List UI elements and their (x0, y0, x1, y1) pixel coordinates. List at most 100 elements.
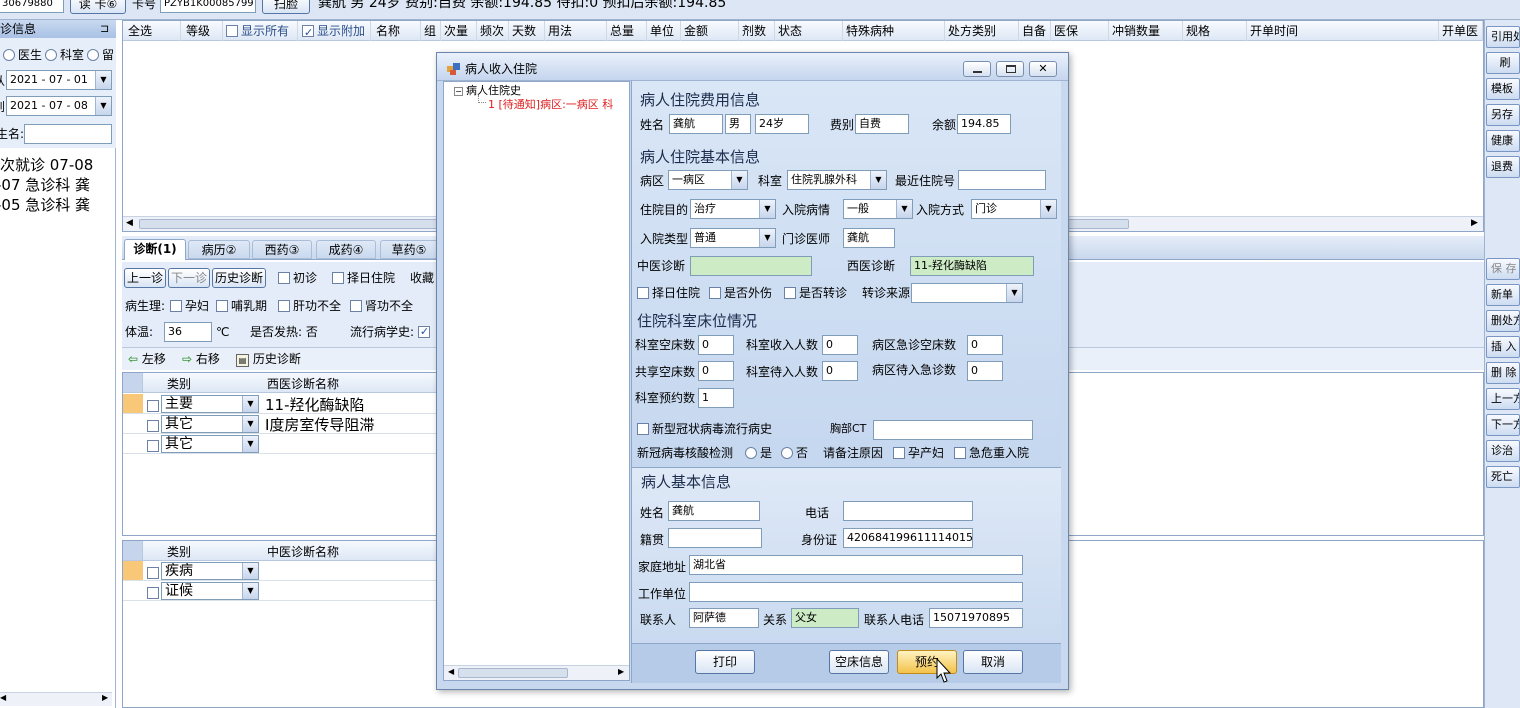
choose-day-box[interactable] (637, 286, 649, 299)
transfer-box[interactable] (784, 286, 796, 299)
native-field[interactable] (668, 528, 762, 548)
show-extra-checkbox[interactable] (302, 23, 314, 43)
pregnant-box[interactable] (170, 299, 182, 312)
way-select[interactable]: 门诊 ▼ (971, 199, 1057, 219)
west-diag-field[interactable]: 11-羟化酶缺陷 (910, 256, 1034, 276)
tab-patent-medicine[interactable]: 成药④ (316, 240, 376, 259)
death-button[interactable]: 死亡 (1486, 466, 1520, 488)
code-input[interactable]: 30679880 (0, 0, 64, 13)
table-row[interactable]: 证候 ▼ (123, 581, 443, 601)
row-checkbox[interactable] (147, 586, 159, 599)
contact-field[interactable]: 阿萨德 (689, 608, 759, 628)
close-icon[interactable]: ✕ (1029, 61, 1057, 77)
relation-field[interactable]: 父女 (791, 608, 859, 628)
phone-field[interactable] (843, 501, 973, 521)
scan-face-button[interactable]: 扫脸 (262, 0, 310, 14)
critical-box[interactable] (954, 446, 966, 459)
empty-bed-button[interactable]: 空床信息 (829, 650, 889, 674)
temp-input[interactable]: 36 (164, 322, 212, 342)
table-row[interactable]: 其它 ▼ Ⅰ度房室传导阻滞 (123, 414, 443, 434)
choose-day-checkbox[interactable]: 择日住院 (332, 270, 395, 286)
date-from-picker[interactable]: 2021 - 07 - 01 ▼ (6, 70, 112, 90)
chevron-down-icon[interactable]: ▼ (1040, 200, 1056, 218)
read-card-button[interactable]: 读 卡⑥ (70, 0, 126, 14)
scope-radio-group[interactable]: 医生 科室 留 (0, 47, 114, 63)
covid-test-yes[interactable]: 是 (742, 445, 772, 461)
table-row[interactable]: 其它 ▼ (123, 434, 443, 454)
pin-icon[interactable]: ⊐ (100, 21, 109, 37)
tab-diagnosis[interactable]: 诊断(1) (124, 239, 186, 260)
fee-name-field[interactable]: 龚航 (669, 114, 723, 134)
chevron-down-icon[interactable]: ▼ (242, 436, 258, 452)
physio-pregnant[interactable]: 孕妇 (170, 298, 209, 314)
physio-liver[interactable]: 肝功不全 (278, 298, 341, 314)
date-to-picker[interactable]: 2021 - 07 - 08 ▼ (6, 96, 112, 116)
covid-history-box[interactable] (637, 422, 649, 435)
print-button[interactable]: 打印 (695, 650, 755, 674)
rx-col-select-all[interactable]: 全选 (125, 21, 181, 41)
ward-er-empty-field[interactable]: 0 (967, 335, 1003, 355)
chevron-down-icon[interactable]: ▼ (1006, 284, 1022, 302)
diag-type-select[interactable]: 其它 ▼ (161, 435, 259, 453)
show-all-checkbox[interactable] (226, 24, 238, 37)
ward-select[interactable]: 一病区 ▼ (668, 170, 748, 190)
recent-no-field[interactable] (958, 170, 1046, 190)
transfer-option[interactable]: 是否转诊 (784, 285, 847, 301)
ward-wait-er-field[interactable]: 0 (967, 361, 1003, 381)
row-selector-header[interactable] (123, 373, 143, 392)
chevron-down-icon[interactable]: ▼ (242, 583, 258, 599)
contact-phone-field[interactable]: 15071970895 (929, 608, 1023, 628)
chevron-down-icon[interactable]: ▼ (759, 229, 775, 247)
delete-button[interactable]: 删 除 (1486, 362, 1520, 384)
visit-item[interactable]: -05 急诊科 龚 (0, 196, 90, 214)
epi-history[interactable]: 流行病学史: (350, 324, 433, 340)
rx-show-all-toggle[interactable]: 显示所有 (223, 21, 298, 41)
tab-herbal-medicine[interactable]: 草药⑤ (380, 240, 438, 259)
tcm-diag-field[interactable] (690, 256, 812, 276)
patient-name-field[interactable]: 龚航 (668, 501, 760, 521)
cite-button[interactable]: 引用处 (1486, 26, 1520, 48)
radio-stay[interactable] (87, 48, 100, 61)
address-field[interactable]: 湖北省 (689, 555, 1023, 575)
balance-field[interactable]: 194.85 (957, 114, 1011, 134)
chevron-down-icon[interactable]: ▼ (759, 200, 775, 218)
critical-option[interactable]: 急危重入院 (954, 445, 1029, 461)
first-visit-box[interactable] (278, 271, 290, 284)
fee-sex-field[interactable]: 男 (725, 114, 751, 134)
card-no-input[interactable]: PZYB1K00085799 (160, 0, 256, 13)
diag-type-select[interactable]: 其它 ▼ (161, 415, 259, 433)
scroll-right-icon[interactable]: ▶ (1471, 218, 1478, 228)
maximize-icon[interactable] (996, 61, 1024, 77)
radio-doctor[interactable] (3, 48, 15, 61)
chevron-down-icon[interactable]: ▼ (870, 171, 886, 189)
rx-show-extra-toggle[interactable]: 显示附加 (299, 21, 371, 43)
chevron-down-icon[interactable]: ▼ (731, 171, 747, 189)
template-button[interactable]: 模板 (1486, 78, 1520, 100)
covid-yes-radio[interactable] (745, 446, 757, 459)
diag-name[interactable]: Ⅰ度房室传导阻滞 (265, 414, 374, 435)
work-field[interactable] (689, 582, 1023, 602)
tree-item[interactable]: 1 [待通知]病区:一病区 科 (488, 97, 628, 113)
admit-type-select[interactable]: 普通 ▼ (690, 228, 776, 248)
scrollbar-thumb[interactable] (458, 668, 568, 678)
transfer-source-select[interactable]: ▼ (911, 283, 1023, 303)
tcm-type-select[interactable]: 疾病 ▼ (161, 562, 259, 580)
scroll-right-icon[interactable]: ▶ (618, 667, 624, 676)
insert-button[interactable]: 插 入 (1486, 336, 1520, 358)
id-field[interactable]: 420684199611114015 (843, 528, 973, 548)
kidney-box[interactable] (350, 299, 362, 312)
covid-history-option[interactable]: 新型冠状病毒流行病史 (637, 421, 772, 437)
move-left-button[interactable]: ⇦ 左移 (128, 351, 166, 367)
scroll-left-icon[interactable]: ◀ (126, 218, 133, 228)
cancel-button[interactable]: 取消 (963, 650, 1023, 674)
dept-select[interactable]: 住院乳腺外科 ▼ (787, 170, 887, 190)
delete-rx-button[interactable]: 删处方 (1486, 310, 1520, 332)
chevron-down-icon[interactable]: ▼ (242, 416, 258, 432)
fee-type-field[interactable]: 自费 (855, 114, 909, 134)
history-diag-link[interactable]: ▤ 历史诊断 (236, 351, 301, 367)
choose-day-option[interactable]: 择日住院 (637, 285, 700, 301)
visit-item[interactable]: -07 急诊科 龚 (0, 176, 90, 194)
chest-ct-field[interactable] (873, 420, 1033, 440)
chevron-down-icon[interactable]: ▼ (95, 71, 111, 89)
liver-box[interactable] (278, 299, 290, 312)
